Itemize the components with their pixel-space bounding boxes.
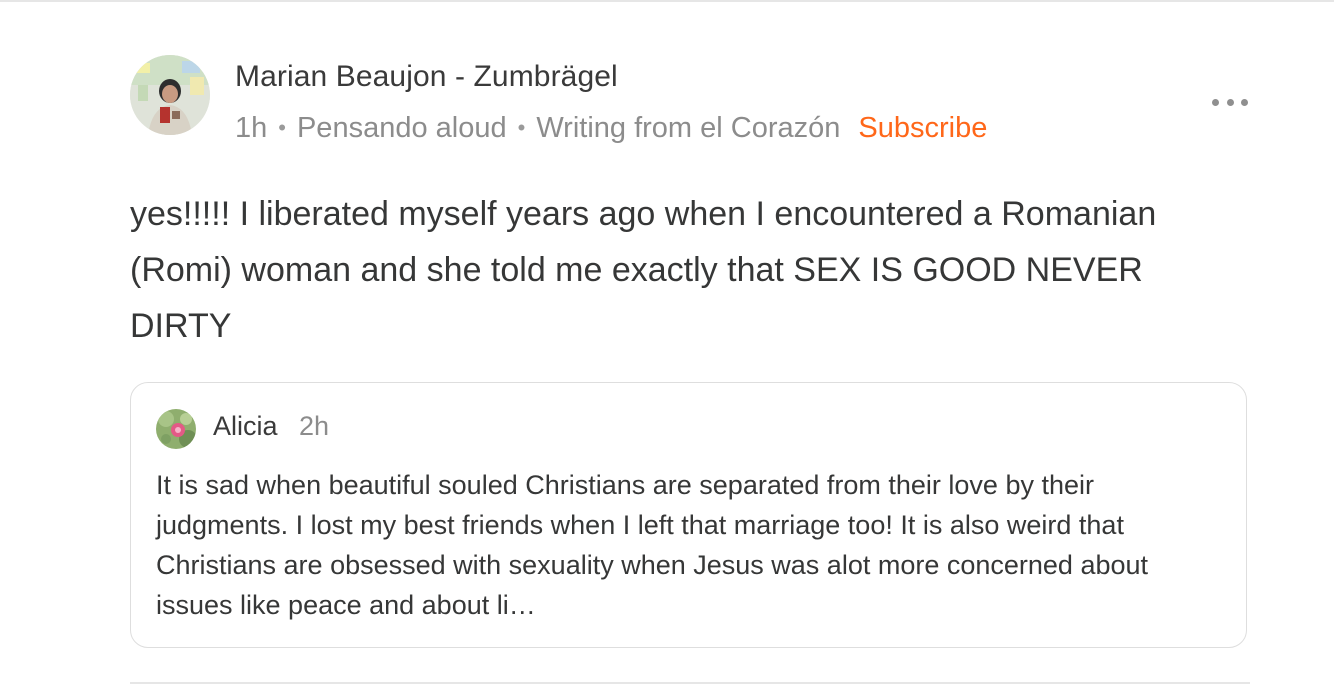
meta-separator: • (517, 115, 526, 140)
quoted-timestamp[interactable]: 2h (299, 411, 329, 442)
top-divider (0, 0, 1334, 2)
comment-body: yes!!!!! I liberated myself years ago wh… (130, 195, 1157, 345)
publication-name[interactable]: Pensando aloud (297, 112, 507, 145)
comment-timestamp[interactable]: 1h (235, 112, 267, 145)
more-dot (1226, 98, 1234, 106)
more-horizontal-icon[interactable] (1212, 90, 1248, 114)
quoted-author-name[interactable]: Alicia (213, 411, 278, 442)
subscribe-button[interactable]: Subscribe (858, 112, 987, 145)
section-name[interactable]: Writing from el Corazón (536, 112, 840, 145)
more-dot (1212, 98, 1219, 106)
quoted-comment-card[interactable]: Alicia 2h It is sad when beautiful soule… (130, 382, 1247, 648)
avatar[interactable] (130, 55, 210, 135)
bottom-divider (130, 682, 1250, 684)
more-dot (1241, 98, 1248, 106)
quoted-avatar[interactable] (156, 409, 196, 449)
comment-meta: 1h • Pensando aloud • Writing from el Co… (235, 108, 987, 148)
author-name[interactable]: Marian Beaujon - Zumbrägel (235, 60, 618, 94)
meta-separator: • (278, 115, 286, 140)
quoted-comment-text: It is sad when beautiful souled Christia… (156, 470, 1149, 620)
